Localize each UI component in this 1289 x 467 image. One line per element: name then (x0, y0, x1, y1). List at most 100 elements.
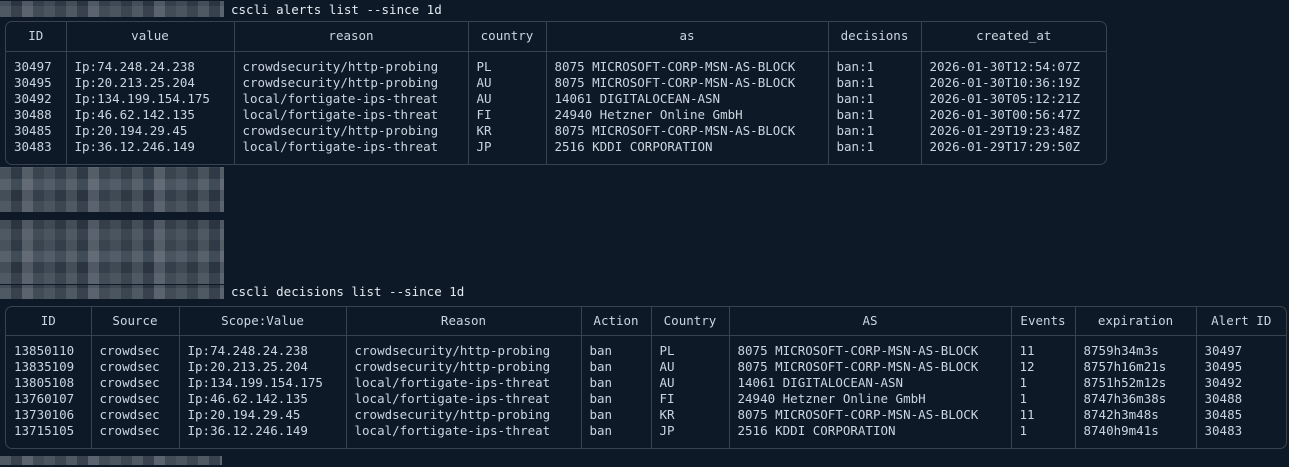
table-cell: Ip:74.248.24.238 (66, 51, 235, 75)
table-cell: 2026-01-30T10:36:19Z (929, 74, 1081, 90)
table-cell: Ip:20.213.25.204 (179, 359, 347, 375)
table-cell: 30483 (6, 138, 67, 164)
table-cell: 8075 MICROSOFT-CORP-MSN-AS-BLOCK (546, 74, 829, 91)
table-cell: Ip:74.248.24.238 (179, 335, 347, 359)
redacted-prompt (0, 284, 224, 299)
table-cell: ban:1 (828, 90, 922, 107)
column-header-source: Source (91, 306, 180, 336)
table-cell: Ip:36.12.246.149 (179, 423, 347, 448)
table-cell: JP (468, 138, 547, 164)
table-cell: 30497 (6, 51, 67, 75)
table-cell: 13835109 (6, 359, 92, 375)
table-cell: 30488 (6, 106, 67, 123)
table-cell: 8751h52m12s (1075, 375, 1197, 391)
table-row: 30483 Ip:36.12.246.149 local/fortigate-ips… (6, 138, 1106, 164)
table-cell: crowdsec (91, 359, 180, 375)
table-cell: ban:1 (828, 74, 922, 91)
table-cell: local/fortigate-ips-threat (234, 90, 469, 107)
table-cell: ban:1 (828, 138, 922, 164)
table-cell: 8740h9m41s (1075, 423, 1197, 448)
table-cell: crowdsecurity/http-probing (346, 359, 582, 375)
column-header-as: AS (729, 306, 1012, 336)
column-header-expiration: expiration (1075, 306, 1197, 336)
table-cell: Ip:46.62.142.135 (66, 106, 235, 123)
table-cell: local/fortigate-ips-threat (234, 138, 469, 164)
table-row: 13730106 crowdsec Ip:20.194.29.45 crowdsecu… (6, 407, 1286, 423)
table-cell: AU (651, 359, 730, 375)
column-header-decisions: decisions (828, 22, 922, 52)
table-cell: crowdsec (91, 375, 180, 391)
column-header-country: country (468, 22, 547, 52)
table-cell: Ip:134.199.154.175 (179, 375, 347, 391)
table-cell: 8759h34m3s (1075, 335, 1197, 359)
table-row: 30488 Ip:46.62.142.135 local/fortigate-ips… (6, 106, 1106, 123)
table-cell: crowdsec (91, 423, 180, 448)
table-cell: 2026-01-30T05:12:21Z (929, 90, 1081, 106)
table-cell: 2026-01-29T19:23:48Z (929, 122, 1081, 138)
table-cell: crowdsecurity/http-probing (346, 335, 582, 359)
table-cell: ban (581, 375, 652, 391)
table-cell: ban:1 (828, 122, 922, 139)
table-cell: 2026-01-30T12:54:07Z (929, 58, 1081, 74)
table-cell: 30483 (1204, 423, 1243, 438)
table-cell: ban (581, 335, 652, 359)
table-cell: 13730106 (6, 407, 92, 423)
table-cell: ban (581, 423, 652, 448)
table-row: 30497 Ip:74.248.24.238 crowdsecurity/http-… (6, 51, 1106, 75)
column-header-scope-value: Scope:Value (179, 306, 347, 336)
column-header-value: value (66, 22, 235, 52)
table-cell: PL (651, 335, 730, 359)
table-row: 30485 Ip:20.194.29.45 crowdsecurity/http-p… (6, 122, 1106, 139)
decisions-table: ID Source Scope:Value Reason Action Country AS… (5, 305, 1287, 449)
table-cell: FI (651, 391, 730, 407)
table-cell: 11 (1011, 335, 1076, 359)
command-decisions-list: cscli decisions list --since 1d (231, 284, 465, 299)
table-cell: 24940 Hetzner Online GmbH (729, 391, 1012, 407)
column-header-reason: reason (234, 22, 469, 52)
table-cell: 13850110 (6, 335, 92, 359)
table-cell: Ip:20.194.29.45 (179, 407, 347, 423)
alerts-table: ID value reason country as decisions created_a… (5, 21, 1107, 165)
table-row: 13715105 crowdsec Ip:36.12.246.149 local/fo… (6, 423, 1286, 448)
command-alerts-list: cscli alerts list --since 1d (231, 1, 442, 17)
table-cell: FI (468, 106, 547, 123)
table-cell: crowdsecurity/http-probing (234, 74, 469, 91)
prompt-line-decisions: cscli decisions list --since 1d (0, 284, 1289, 300)
table-cell: KR (651, 407, 730, 423)
redacted-output-block (0, 219, 224, 284)
table-cell: Ip:20.194.29.45 (66, 122, 235, 139)
alerts-header-row: ID value reason country as decisions created_a… (6, 22, 1106, 52)
table-cell: 30492 (6, 90, 67, 107)
table-cell: 8742h3m48s (1075, 407, 1197, 423)
table-cell: 12 (1011, 359, 1076, 375)
column-header-alert-id: Alert ID (1196, 306, 1286, 336)
table-cell: 8075 MICROSOFT-CORP-MSN-AS-BLOCK (729, 359, 1012, 375)
table-cell: crowdsecurity/http-probing (234, 51, 469, 75)
table-cell: 14061 DIGITALOCEAN-ASN (546, 90, 829, 107)
table-cell: JP (651, 423, 730, 448)
table-cell: 13760107 (6, 391, 92, 407)
table-cell: 30485 (6, 122, 67, 139)
table-cell: 24940 Hetzner Online GmbH (546, 106, 829, 123)
table-cell: 30485 (1204, 407, 1243, 422)
table-cell: crowdsecurity/http-probing (234, 122, 469, 139)
table-cell: ban (581, 391, 652, 407)
table-cell: 2516 KDDI CORPORATION (729, 423, 1012, 448)
table-cell: Ip:36.12.246.149 (66, 138, 235, 164)
table-cell: 1 (1011, 391, 1076, 407)
table-cell: 8075 MICROSOFT-CORP-MSN-AS-BLOCK (546, 122, 829, 139)
table-cell: 8757h16m21s (1075, 359, 1197, 375)
table-cell: Ip:20.213.25.204 (66, 74, 235, 91)
table-cell: 2516 KDDI CORPORATION (546, 138, 829, 164)
table-cell: 30488 (1204, 391, 1243, 406)
table-cell: Ip:46.62.142.135 (179, 391, 347, 407)
column-header-action: Action (581, 306, 652, 336)
table-row: 13850110 crowdsec Ip:74.248.24.238 crowdsec… (6, 335, 1286, 359)
table-cell: crowdsecurity/http-probing (346, 407, 582, 423)
decisions-table-grid: ID Source Scope:Value Reason Action Country AS… (6, 306, 1286, 448)
table-cell: local/fortigate-ips-threat (346, 423, 582, 448)
column-header-reason: Reason (346, 306, 582, 336)
table-row: 30495 Ip:20.213.25.204 crowdsecurity/http-… (6, 74, 1106, 91)
table-cell: crowdsec (91, 407, 180, 423)
terminal-screen[interactable]: cscli alerts list --since 1d ID value reas… (0, 0, 1289, 467)
